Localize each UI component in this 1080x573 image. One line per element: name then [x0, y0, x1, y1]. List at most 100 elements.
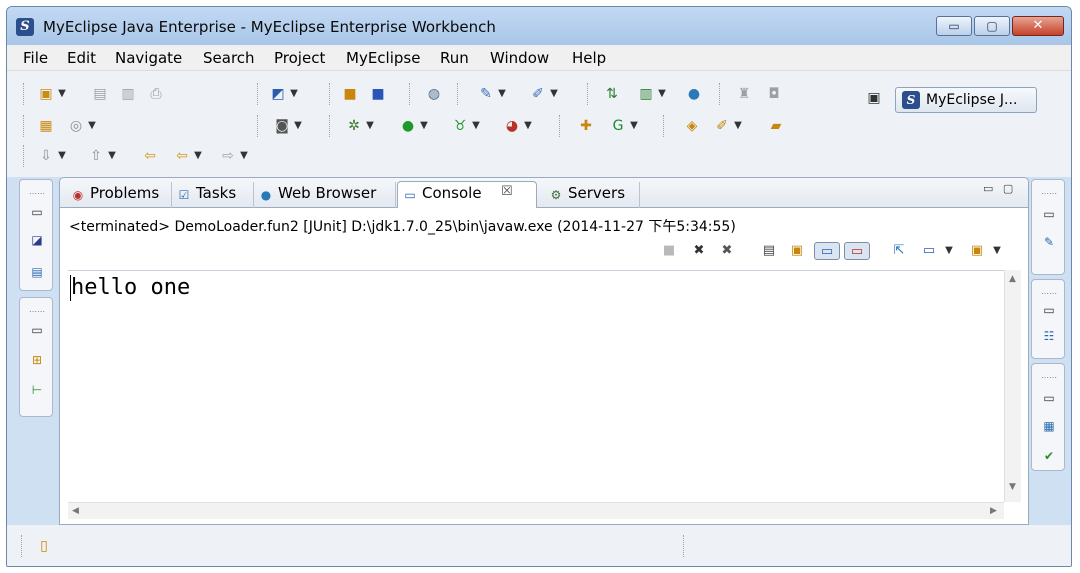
- menu-run[interactable]: Run: [440, 49, 469, 67]
- new-type-dropdown[interactable]: ▼: [629, 117, 639, 135]
- print-icon[interactable]: ⎙: [147, 85, 165, 103]
- new-wizard-icon[interactable]: ▣: [37, 85, 55, 103]
- camera-icon[interactable]: ◙: [273, 117, 291, 135]
- drag-handle-icon[interactable]: ⋯⋯: [29, 186, 45, 202]
- web-browser-icon[interactable]: ●: [685, 85, 703, 103]
- coverage-dropdown[interactable]: ▼: [471, 117, 481, 135]
- previous-annotation-icon[interactable]: ⇧: [87, 147, 105, 165]
- next-annotation-dropdown[interactable]: ▼: [57, 147, 67, 165]
- coverage-icon[interactable]: ♉: [451, 117, 469, 135]
- new-servlet-dropdown[interactable]: ▼: [497, 85, 507, 103]
- drag-handle-icon[interactable]: ⋯⋯: [29, 304, 45, 320]
- close-icon[interactable]: ☒: [501, 184, 513, 199]
- globe-settings-dropdown[interactable]: ▼: [87, 117, 97, 135]
- menu-help[interactable]: Help: [572, 49, 606, 67]
- new-jsp-icon[interactable]: ✐: [529, 85, 547, 103]
- back-dropdown[interactable]: ▼: [193, 147, 203, 165]
- close-button[interactable]: ✕: [1012, 16, 1064, 36]
- myeclipse-explorer-icon[interactable]: ◪: [29, 232, 45, 248]
- drag-handle-icon[interactable]: ⋯⋯: [1041, 286, 1057, 302]
- deploy-icon[interactable]: ◍: [425, 85, 443, 103]
- remove-all-terminated-icon[interactable]: ✖: [718, 242, 736, 260]
- open-console-icon[interactable]: ▣: [968, 242, 986, 260]
- forward-dropdown[interactable]: ▼: [239, 147, 249, 165]
- tab-problems[interactable]: ◉ Problems: [66, 182, 172, 208]
- menu-navigate[interactable]: Navigate: [115, 49, 182, 67]
- tab-servers[interactable]: ⚙ Servers: [544, 182, 640, 208]
- myeclipse-perspective-button[interactable]: S MyEclipse J...: [895, 87, 1037, 113]
- junit-icon[interactable]: ✔: [1041, 448, 1057, 464]
- camera-dropdown[interactable]: ▼: [293, 117, 303, 135]
- task-list-icon[interactable]: ✎: [1041, 234, 1057, 250]
- restore-icon[interactable]: ▭: [1041, 206, 1057, 222]
- open-console-dropdown[interactable]: ▼: [988, 242, 1006, 260]
- maximize-view-icon[interactable]: ▢: [1003, 182, 1013, 195]
- open-project-icon[interactable]: ◈: [683, 117, 701, 135]
- menu-edit[interactable]: Edit: [67, 49, 96, 67]
- drag-handle-icon[interactable]: ⋯⋯: [1041, 370, 1057, 386]
- scroll-right-arrow[interactable]: ▶: [990, 506, 997, 516]
- title-bar[interactable]: S MyEclipse Java Enterprise - MyEclipse …: [7, 7, 1071, 45]
- new-web-project-icon[interactable]: ◩: [269, 85, 287, 103]
- search-dropdown[interactable]: ▼: [733, 117, 743, 135]
- run-server-icon[interactable]: ▥: [637, 85, 655, 103]
- search-icon[interactable]: ✐: [713, 117, 731, 135]
- properties-icon[interactable]: ▦: [37, 117, 55, 135]
- debug-dropdown[interactable]: ▼: [365, 117, 375, 135]
- toolbar-grip[interactable]: [23, 115, 25, 137]
- pin-console-icon[interactable]: ⇱: [890, 242, 908, 260]
- tab-tasks[interactable]: ☑ Tasks: [172, 182, 254, 208]
- display-selected-console-icon[interactable]: ▭: [920, 242, 938, 260]
- new-servlet-icon[interactable]: ✎: [477, 85, 495, 103]
- maximize-button[interactable]: ▢: [974, 16, 1010, 36]
- toolbar-grip[interactable]: [23, 145, 25, 167]
- tab-console[interactable]: ▭ Console ☒: [397, 181, 537, 208]
- tab-web-browser[interactable]: ● Web Browser: [254, 182, 396, 208]
- back-icon[interactable]: ⇦: [173, 147, 191, 165]
- bean-icon[interactable]: ◘: [765, 85, 783, 103]
- server-deploy-icon[interactable]: ⇅: [603, 85, 621, 103]
- show-console-on-stderr-icon[interactable]: ▭: [844, 242, 870, 260]
- scroll-left-arrow[interactable]: ◀: [72, 506, 79, 516]
- last-edit-location-icon[interactable]: ⇦: [141, 147, 159, 165]
- remove-launch-icon[interactable]: ✖: [690, 242, 708, 260]
- menu-window[interactable]: Window: [490, 49, 549, 67]
- open-perspective-icon[interactable]: ▣: [865, 89, 883, 107]
- next-annotation-icon[interactable]: ⇩: [37, 147, 55, 165]
- run-server-dropdown[interactable]: ▼: [657, 85, 667, 103]
- menu-myeclipse[interactable]: MyEclipse: [346, 49, 420, 67]
- run-icon[interactable]: ●: [399, 117, 417, 135]
- external-tools-dropdown[interactable]: ▼: [523, 117, 533, 135]
- restore-icon[interactable]: ▭: [29, 204, 45, 220]
- scroll-down-arrow[interactable]: ▼: [1009, 482, 1016, 492]
- new-class-icon[interactable]: ■: [369, 85, 387, 103]
- fast-view-icon[interactable]: ▯: [35, 537, 53, 555]
- clear-console-icon[interactable]: ▤: [760, 242, 778, 260]
- table-view-icon[interactable]: ▦: [1041, 418, 1057, 434]
- console-output-area[interactable]: hello one: [68, 270, 1012, 502]
- restore-icon[interactable]: ▭: [29, 322, 45, 338]
- hierarchy-icon[interactable]: ⊢: [29, 382, 45, 398]
- minimize-view-icon[interactable]: ▭: [983, 182, 993, 195]
- minimize-button[interactable]: ▭: [936, 16, 972, 36]
- restore-icon[interactable]: ▭: [1041, 390, 1057, 406]
- new-java-project-icon[interactable]: ✚: [577, 117, 595, 135]
- show-console-on-stdout-icon[interactable]: ▭: [814, 242, 840, 260]
- previous-annotation-dropdown[interactable]: ▼: [107, 147, 117, 165]
- toolbar-grip[interactable]: [23, 83, 25, 105]
- new-package-icon[interactable]: ■: [341, 85, 359, 103]
- menu-search[interactable]: Search: [203, 49, 255, 67]
- outline-icon[interactable]: ⊞: [29, 352, 45, 368]
- menu-project[interactable]: Project: [274, 49, 325, 67]
- save-all-icon[interactable]: ▥: [119, 85, 137, 103]
- scroll-lock-icon[interactable]: ▣: [788, 242, 806, 260]
- drag-handle-icon[interactable]: ⋯⋯: [1041, 186, 1057, 202]
- new-wizard-dropdown[interactable]: ▼: [57, 85, 67, 103]
- display-console-dropdown[interactable]: ▼: [940, 242, 958, 260]
- globe-settings-icon[interactable]: ◎: [67, 117, 85, 135]
- open-folder-icon[interactable]: ▰: [767, 117, 785, 135]
- external-tools-icon[interactable]: ◕: [503, 117, 521, 135]
- outline-view-icon[interactable]: ☷: [1041, 328, 1057, 344]
- horizontal-scrollbar[interactable]: ◀ ▶: [68, 502, 1004, 519]
- scroll-up-arrow[interactable]: ▲: [1009, 274, 1016, 284]
